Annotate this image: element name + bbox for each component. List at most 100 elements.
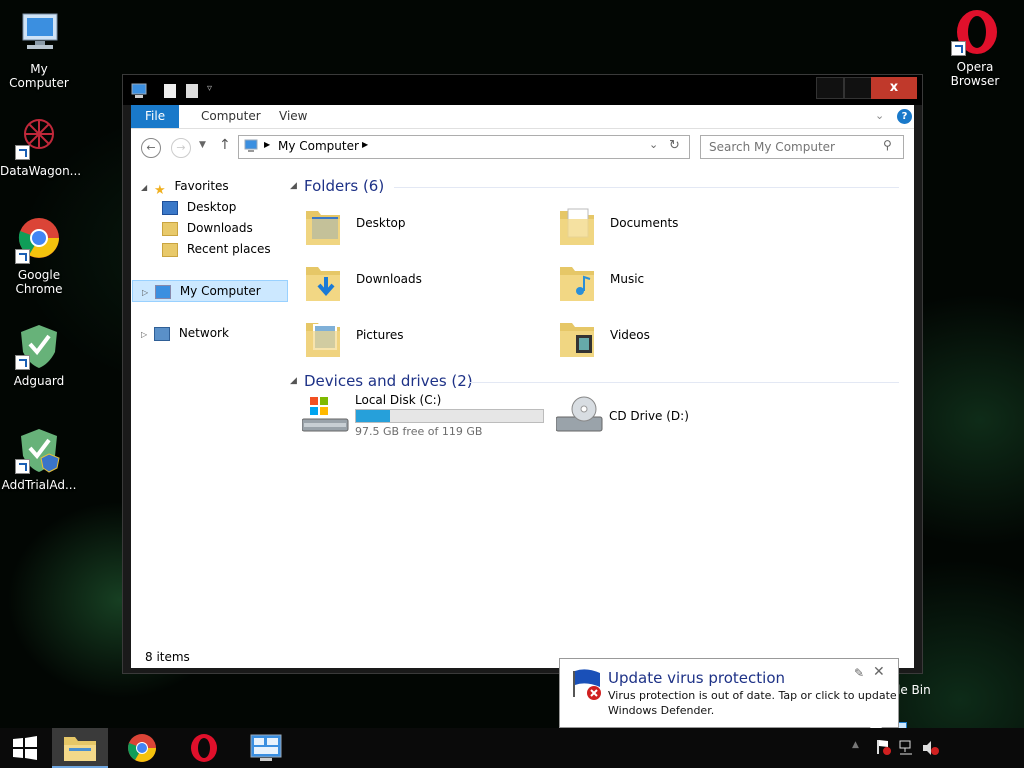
collapse-arrow-icon[interactable]: ◢ — [290, 376, 297, 386]
folder-label: Desktop — [356, 216, 406, 230]
settings-wrench-icon[interactable]: ✎ — [854, 666, 864, 680]
desktop-icon-label: Google Chrome — [15, 268, 63, 296]
taskbar-opera[interactable] — [176, 728, 232, 768]
folder-videos[interactable]: Videos — [558, 313, 798, 361]
file-list: ◢ Folders (6) Desktop Documents Download… — [290, 165, 914, 637]
nav-downloads[interactable]: Downloads — [162, 218, 253, 238]
network-tray-icon[interactable] — [898, 740, 916, 759]
opera-icon — [191, 734, 217, 762]
documents-folder-icon — [560, 208, 594, 245]
desktop-icon-datawagon[interactable]: DataWagon... — [0, 112, 81, 178]
nav-label: My Computer — [179, 284, 261, 298]
taskbar-chrome[interactable] — [114, 728, 170, 768]
desktop-icon-label: Opera Browser — [950, 60, 1000, 88]
adguard-shield-icon — [15, 426, 63, 474]
collapse-arrow-icon[interactable]: ◢ — [290, 181, 297, 191]
nav-recent-places[interactable]: Recent places — [162, 239, 271, 259]
drive-free-space: 97.5 GB free of 119 GB — [355, 425, 483, 438]
close-button[interactable]: x — [871, 77, 917, 99]
cd-drive-icon — [556, 396, 603, 432]
desktop-icon-opera[interactable]: Opera Browser — [936, 8, 1014, 88]
desktop-folder-icon — [306, 211, 340, 245]
drive-cd-d[interactable]: CD Drive (D:) — [556, 391, 796, 439]
explorer-window[interactable]: ▿ x File Computer View ⌄ ? ← → ▼ ↑ ▶ My … — [122, 74, 923, 735]
new-folder-icon[interactable] — [185, 83, 199, 99]
tab-computer[interactable]: Computer — [187, 105, 275, 128]
breadcrumb-separator-icon[interactable]: ▶ — [362, 140, 368, 149]
status-bar-count: 8 items — [145, 650, 190, 664]
group-header-devices[interactable]: Devices and drives (2) — [304, 372, 473, 390]
refresh-icon[interactable]: ↻ — [669, 138, 680, 153]
nav-desktop[interactable]: Desktop — [162, 197, 236, 217]
folder-desktop[interactable]: Desktop — [304, 201, 544, 249]
volume-muted-icon[interactable] — [922, 740, 940, 759]
properties-icon[interactable] — [163, 83, 177, 99]
drive-local-disk-c[interactable]: Local Disk (C:) 97.5 GB free of 119 GB — [302, 391, 552, 439]
computer-icon — [15, 10, 63, 58]
search-input[interactable] — [707, 138, 876, 156]
nav-my-computer-selected[interactable]: ▷ My Computer — [132, 280, 288, 302]
defender-flag-icon — [573, 669, 601, 700]
search-box[interactable]: ⚲ — [700, 135, 904, 159]
up-arrow-icon[interactable]: ↑ — [219, 137, 231, 153]
nav-label: Network — [178, 326, 229, 340]
folder-label: Downloads — [356, 272, 422, 286]
folder-label: Videos — [610, 328, 650, 342]
breadcrumb-my-computer[interactable]: My Computer — [278, 139, 359, 153]
folder-downloads[interactable]: Downloads — [304, 257, 544, 305]
chrome-icon — [15, 216, 63, 264]
nav-my-computer[interactable]: ▷ My Computer — [142, 281, 261, 301]
folder-documents[interactable]: Documents — [558, 201, 798, 249]
desktop-icon-addtrial[interactable]: AddTrialAd... — [0, 426, 78, 492]
group-header-folders[interactable]: Folders (6) — [304, 177, 384, 195]
toast-body-line2: Windows Defender. — [608, 704, 715, 717]
pictures-folder-icon — [306, 323, 340, 357]
nav-label: Recent places — [186, 242, 271, 256]
maximize-button[interactable] — [844, 77, 872, 99]
drive-usage-fill — [356, 410, 390, 422]
forward-button[interactable]: → — [171, 138, 191, 158]
address-row: ← → ▼ ↑ ▶ My Computer ▶ ⌄ ↻ ⚲ — [131, 129, 914, 165]
desktop-icon-chrome[interactable]: Google Chrome — [0, 216, 78, 296]
tab-view[interactable]: View — [265, 105, 321, 128]
address-bar[interactable]: ▶ My Computer ▶ ⌄ ↻ — [238, 135, 690, 159]
taskbar: ▲ — [0, 728, 1024, 768]
taskbar-file-explorer[interactable] — [52, 728, 108, 768]
nav-favorites[interactable]: ◢ ★ Favorites — [141, 176, 229, 198]
hard-drive-icon — [302, 397, 349, 432]
back-button[interactable]: ← — [141, 138, 161, 158]
drive-label: Local Disk (C:) — [355, 393, 442, 407]
recent-locations-icon[interactable]: ▼ — [199, 140, 206, 150]
taskbar-control-panel[interactable] — [238, 728, 294, 768]
desktop-icon-adguard[interactable]: Adguard — [0, 322, 78, 388]
nav-network[interactable]: ▷ Network — [141, 323, 229, 343]
expand-ribbon-icon[interactable]: ⌄ — [875, 109, 884, 122]
desktop-icon-my-computer[interactable]: My Computer — [0, 10, 78, 90]
drive-usage-bar — [355, 409, 544, 423]
action-center-flag-icon[interactable] — [876, 738, 892, 759]
help-icon[interactable]: ? — [897, 109, 912, 124]
desktop-folder-icon — [162, 200, 178, 215]
notification-toast[interactable]: Update virus protection Virus protection… — [559, 658, 899, 728]
folder-music[interactable]: Music — [558, 257, 798, 305]
minimize-button[interactable] — [816, 77, 844, 99]
show-hidden-icons-icon[interactable]: ▲ — [852, 740, 859, 750]
videos-folder-icon — [560, 323, 594, 357]
shortcut-arrow-icon — [15, 145, 30, 160]
expand-arrow-icon[interactable]: ▷ — [142, 288, 148, 297]
start-button[interactable] — [0, 728, 56, 768]
customize-quick-access-icon[interactable]: ▿ — [207, 83, 212, 99]
desktop-icon-label: Adguard — [13, 374, 65, 388]
nav-label: Downloads — [186, 221, 253, 235]
address-dropdown-icon[interactable]: ⌄ — [649, 138, 658, 151]
expand-arrow-icon[interactable]: ▷ — [141, 330, 147, 339]
computer-small-icon — [154, 284, 171, 299]
tab-file[interactable]: File — [131, 105, 180, 128]
toast-close-icon[interactable]: ✕ — [873, 664, 885, 680]
search-icon[interactable]: ⚲ — [883, 138, 892, 152]
folder-pictures[interactable]: Pictures — [304, 313, 544, 361]
title-bar[interactable]: ▿ x — [123, 75, 922, 105]
windows-logo-icon — [13, 736, 37, 760]
recycle-bin-partial-label[interactable]: le Bin — [897, 683, 931, 697]
collapse-arrow-icon[interactable]: ◢ — [141, 183, 147, 192]
